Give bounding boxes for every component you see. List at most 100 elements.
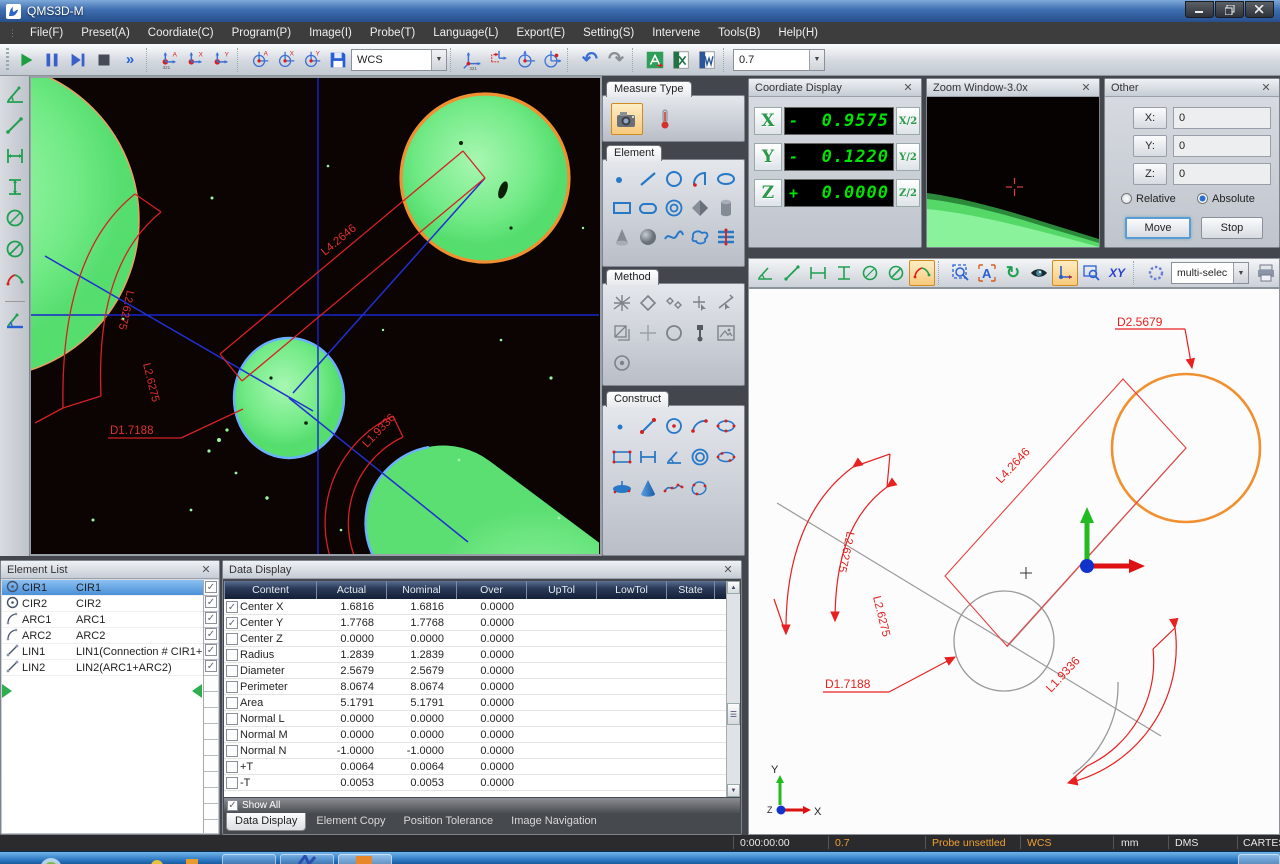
cad-printer-icon[interactable] [1253, 260, 1279, 286]
table-row[interactable]: Center Z0.00000.00000.0000 [224, 631, 740, 647]
table-row[interactable]: Area5.17915.17910.0000 [224, 695, 740, 711]
zoom-window-close-icon[interactable]: ✕ [1079, 81, 1093, 94]
zoom-factor-arrow[interactable]: ▼ [809, 50, 824, 70]
element-arc-icon[interactable] [687, 166, 712, 191]
circle-cross-icon[interactable] [4, 237, 26, 264]
construct-tab[interactable]: Construct [606, 391, 669, 407]
vertical-distance-icon[interactable] [4, 175, 26, 202]
element-check-5[interactable]: ✓ [205, 644, 217, 656]
element-scanline-icon[interactable] [713, 224, 738, 249]
horizontal-distance-icon[interactable] [4, 144, 26, 171]
table-row[interactable]: -T0.00530.00530.0000 [224, 775, 740, 791]
rotate-datum-x-icon[interactable]: X [273, 47, 299, 73]
element-plane-icon[interactable] [687, 195, 712, 220]
scroll-thumb[interactable]: ☰ [727, 703, 740, 725]
table-row[interactable]: Normal L0.00000.00000.0000 [224, 711, 740, 727]
step-button[interactable] [65, 47, 91, 73]
row-checkbox[interactable] [226, 633, 238, 645]
cad-rotate-view-icon[interactable]: ↻ [1000, 260, 1026, 286]
taskbar-button-3[interactable] [338, 854, 392, 864]
windows-taskbar[interactable] [0, 851, 1280, 864]
menu-coordiate[interactable]: Coordiate(C) [139, 24, 223, 42]
construct-ellipse-icon[interactable] [713, 413, 738, 438]
construct-point-icon[interactable] [609, 413, 634, 438]
taskbar-icon-1[interactable] [150, 857, 164, 864]
move-button[interactable]: Move [1125, 217, 1191, 239]
taskbar-button-2[interactable] [280, 854, 334, 864]
start-orb-icon[interactable] [38, 855, 64, 864]
col-lowtol[interactable]: LowTol [596, 581, 666, 599]
angle-construct-icon[interactable] [4, 308, 26, 335]
element-sphere-icon[interactable] [635, 224, 660, 249]
goto-y-input[interactable]: 0 [1173, 135, 1271, 157]
data-display-titlebar[interactable]: Data Display✕ [223, 561, 741, 579]
col-content[interactable]: Content [224, 581, 316, 599]
cad-axes-icon[interactable] [1052, 260, 1078, 286]
row-checkbox[interactable] [226, 729, 238, 741]
table-row[interactable]: ✓Center X1.68161.68160.0000 [224, 599, 740, 615]
coordinate-display-titlebar[interactable]: Coordiate Display✕ [749, 79, 921, 97]
relative-radio[interactable]: Relative [1121, 193, 1176, 205]
cad-xy-plane-icon[interactable]: XY [1104, 260, 1130, 286]
show-all-checkbox[interactable]: ✓ [227, 800, 238, 811]
export-word-icon[interactable] [694, 47, 720, 73]
other-panel-close-icon[interactable]: ✕ [1259, 81, 1273, 94]
table-row[interactable]: Normal M0.00000.00000.0000 [224, 727, 740, 743]
construct-plane-icon[interactable] [609, 475, 634, 500]
data-display-close-icon[interactable]: ✕ [721, 563, 735, 576]
row-checkbox[interactable] [226, 649, 238, 661]
export-cad-icon[interactable] [642, 47, 668, 73]
system-tray[interactable] [1238, 854, 1280, 864]
diameter-measure-icon[interactable] [4, 206, 26, 233]
menu-image[interactable]: Image(I) [300, 24, 361, 42]
method-pick-line-icon[interactable] [713, 291, 738, 316]
title-bar[interactable]: QMS3D-M [0, 0, 1280, 22]
goto-z-label[interactable]: Z: [1133, 163, 1167, 185]
cad-arc-icon[interactable] [909, 260, 935, 286]
element-line-icon[interactable] [635, 166, 660, 191]
construct-rectangle-icon[interactable] [609, 444, 634, 469]
tab-image-navigation[interactable]: Image Navigation [503, 813, 605, 830]
element-rectangle-icon[interactable] [609, 195, 634, 220]
cad-line-icon[interactable] [779, 260, 805, 286]
element-slot-icon[interactable] [635, 195, 660, 220]
close-button[interactable] [1245, 1, 1274, 18]
cad-vdist-icon[interactable] [831, 260, 857, 286]
col-over[interactable]: Over [456, 581, 526, 599]
element-closed-curve-icon[interactable] [687, 224, 712, 249]
absolute-radio[interactable]: Absolute [1197, 193, 1255, 205]
table-row[interactable]: Radius1.28391.28390.0000 [224, 647, 740, 663]
element-check-2[interactable]: ✓ [205, 596, 217, 608]
menu-language[interactable]: Language(L) [424, 24, 507, 42]
undo-icon[interactable]: ↶ [577, 47, 603, 73]
scroll-down-icon[interactable]: ▼ [727, 784, 740, 797]
method-pick-cross-icon[interactable] [687, 291, 712, 316]
rotate-datum-y-icon[interactable]: Y [299, 47, 325, 73]
wcs-combo[interactable]: WCS▼ [351, 49, 447, 71]
cad-zoom-area-icon[interactable] [1078, 260, 1104, 286]
method-image-icon[interactable] [713, 321, 738, 346]
method-tab[interactable]: Method [606, 269, 659, 285]
construct-arc-icon[interactable] [687, 413, 712, 438]
z-half-button[interactable]: Z/2 [896, 179, 920, 207]
redo-icon[interactable]: ↷ [603, 47, 629, 73]
row-checkbox[interactable]: ✓ [226, 617, 238, 629]
element-row-lin2[interactable]: LIN2 LIN2(ARC1+ARC2) 6 [2, 660, 218, 676]
select-mode-combo[interactable]: multi-selec▼ [1171, 262, 1249, 284]
construct-line-icon[interactable] [635, 413, 660, 438]
menu-intervene[interactable]: Intervene [643, 24, 709, 42]
origin-321-icon[interactable]: 321 [460, 47, 486, 73]
restore-button[interactable] [1215, 1, 1244, 18]
element-row-arc2[interactable]: ARC2 ARC2 4 [2, 628, 218, 644]
table-row[interactable]: Perimeter8.06748.06740.0000 [224, 679, 740, 695]
method-auto-trace-icon[interactable] [609, 291, 634, 316]
element-cone-icon[interactable] [609, 224, 634, 249]
row-checkbox[interactable] [226, 665, 238, 677]
element-row-cir1[interactable]: CIR1 CIR1 1 [2, 580, 218, 596]
method-probe-pin-icon[interactable] [687, 321, 712, 346]
element-row-arc1[interactable]: ARC1 ARC1 3 [2, 612, 218, 628]
menu-setting[interactable]: Setting(S) [574, 24, 643, 42]
method-target-icon[interactable] [609, 351, 634, 376]
element-check-4[interactable]: ✓ [205, 628, 217, 640]
cad-snap-gear-icon[interactable] [1143, 260, 1169, 286]
